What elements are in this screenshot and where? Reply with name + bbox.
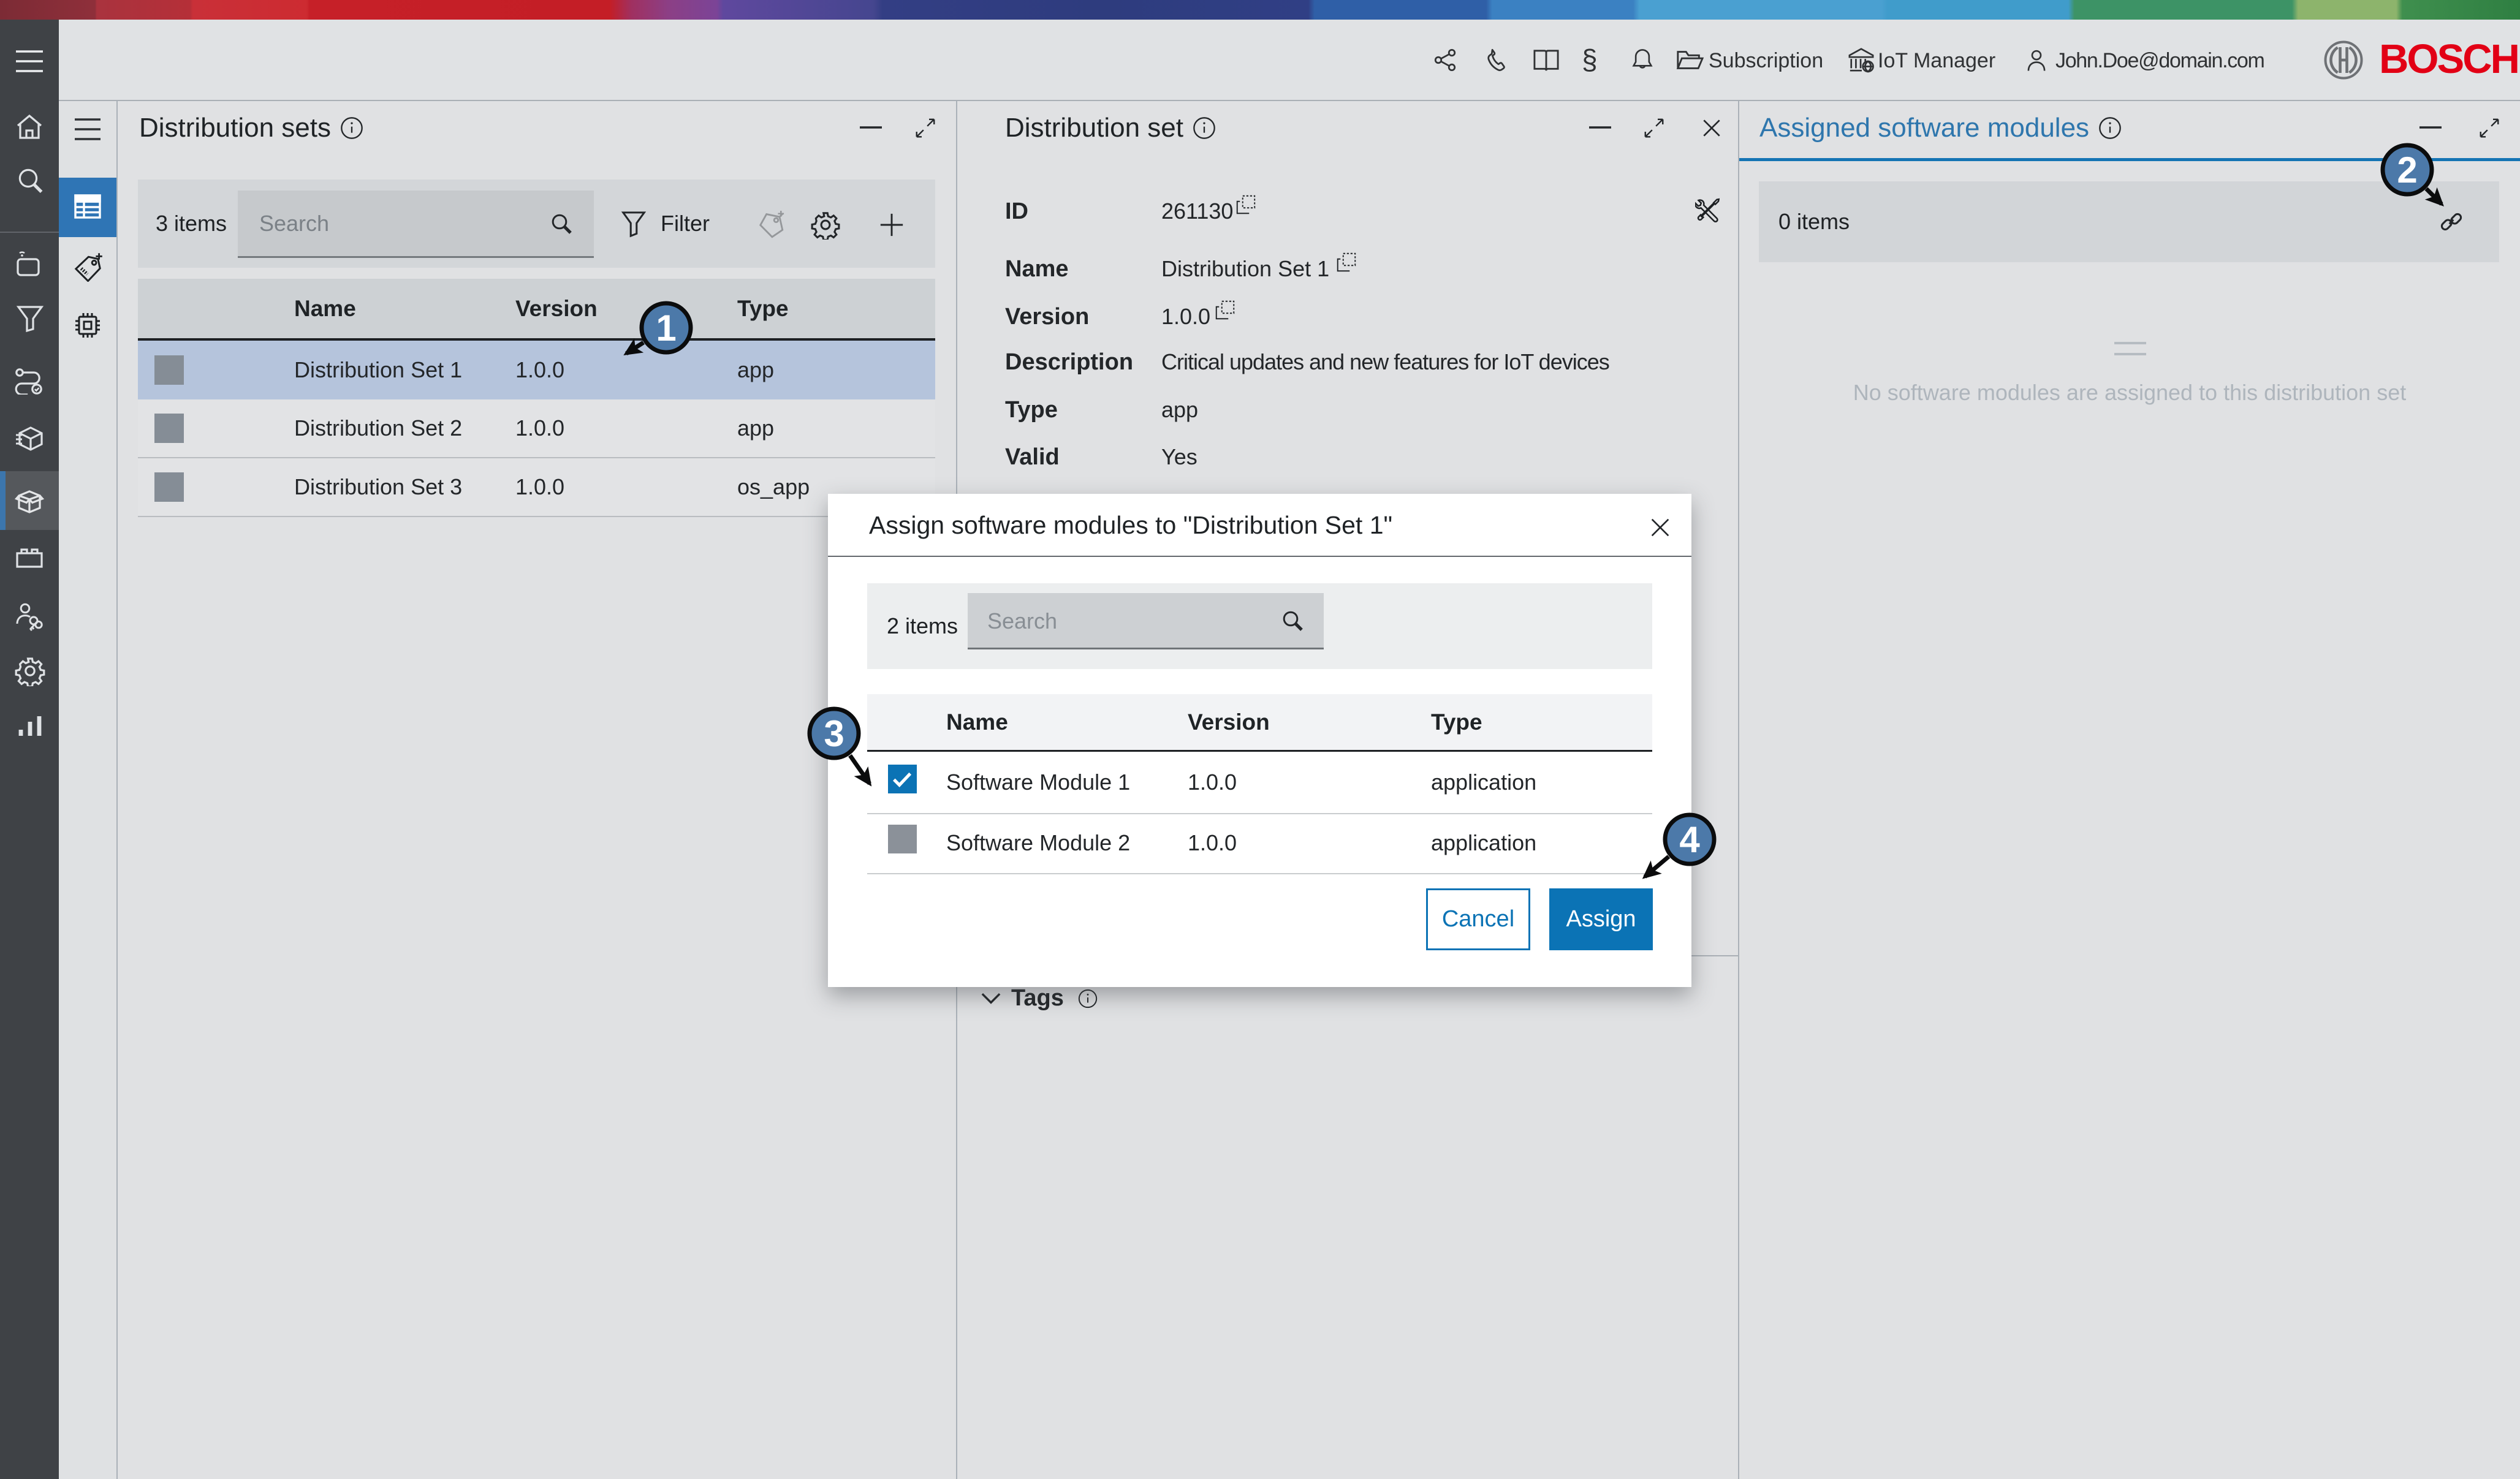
svg-text:2: 2	[2397, 149, 2417, 191]
svg-text:4: 4	[1679, 819, 1700, 860]
svg-text:3: 3	[824, 713, 844, 754]
svg-text:1: 1	[656, 308, 676, 349]
